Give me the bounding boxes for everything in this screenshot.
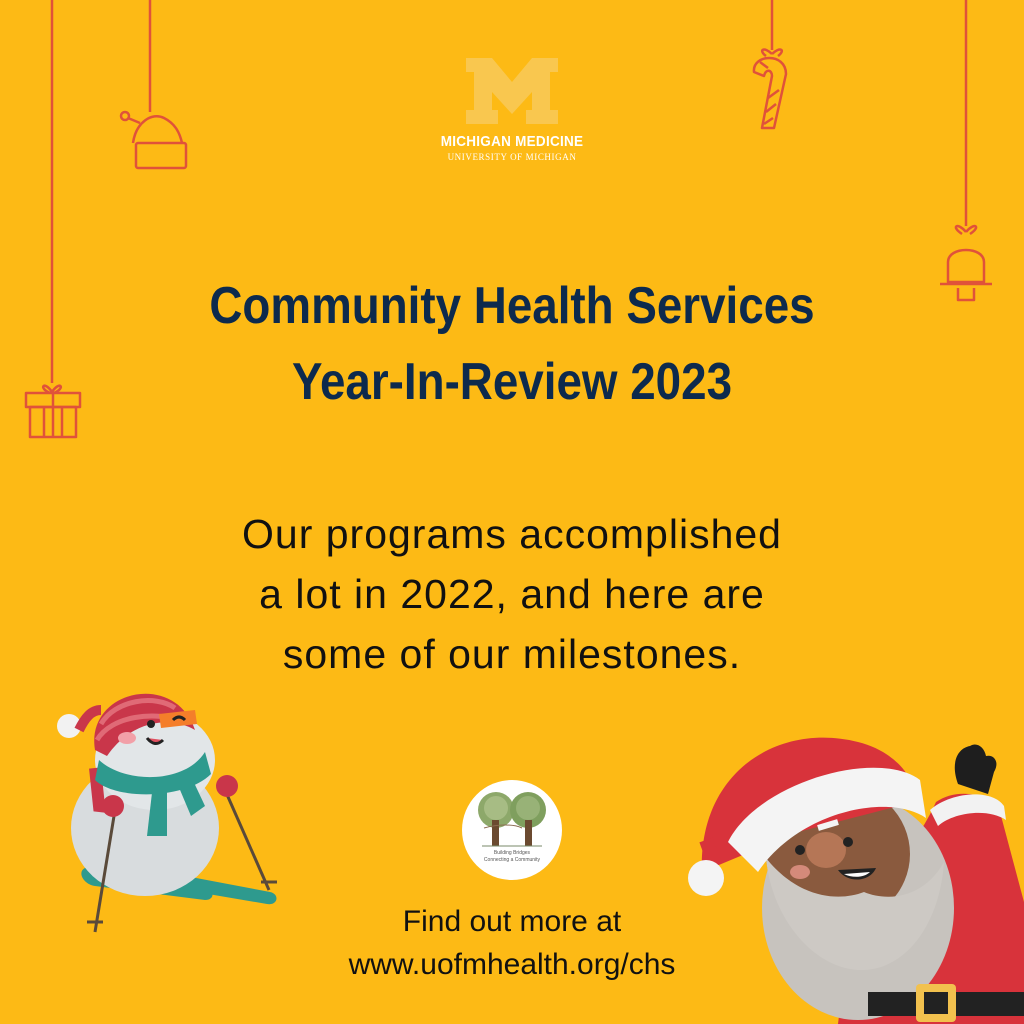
partner-text-2: Connecting a Community: [483, 857, 541, 863]
block-m-logo: [466, 58, 558, 124]
candy-cane-icon: [752, 0, 788, 130]
intro-line-1: Our programs accomplished: [242, 511, 782, 557]
gift-icon: [24, 0, 82, 439]
snowman-illustration: [57, 693, 277, 933]
promo-card: MICHIGAN MEDICINE UNIVERSITY OF MICHIGAN…: [0, 0, 1024, 1024]
intro-text: Our programs accomplished a lot in 2022,…: [60, 504, 964, 684]
hat-ornament-icon: [119, 0, 188, 170]
partner-text-1: Building Bridges: [493, 850, 531, 856]
santa-illustration: [688, 737, 1024, 1024]
page-title: Community Health Services Year-In-Review…: [97, 268, 928, 420]
intro-line-2: a lot in 2022, and here are: [259, 571, 765, 617]
title-line-2: Year-In-Review 2023: [291, 353, 733, 411]
tree-logo: Building Bridges Connecting a Community: [462, 780, 562, 880]
tree-logo-graphic: [478, 792, 546, 847]
brand-subtitle: UNIVERSITY OF MICHIGAN: [447, 152, 577, 162]
bell-icon: [940, 0, 992, 302]
brand-name: MICHIGAN MEDICINE: [440, 133, 584, 150]
title-line-1: Community Health Services: [209, 277, 815, 335]
